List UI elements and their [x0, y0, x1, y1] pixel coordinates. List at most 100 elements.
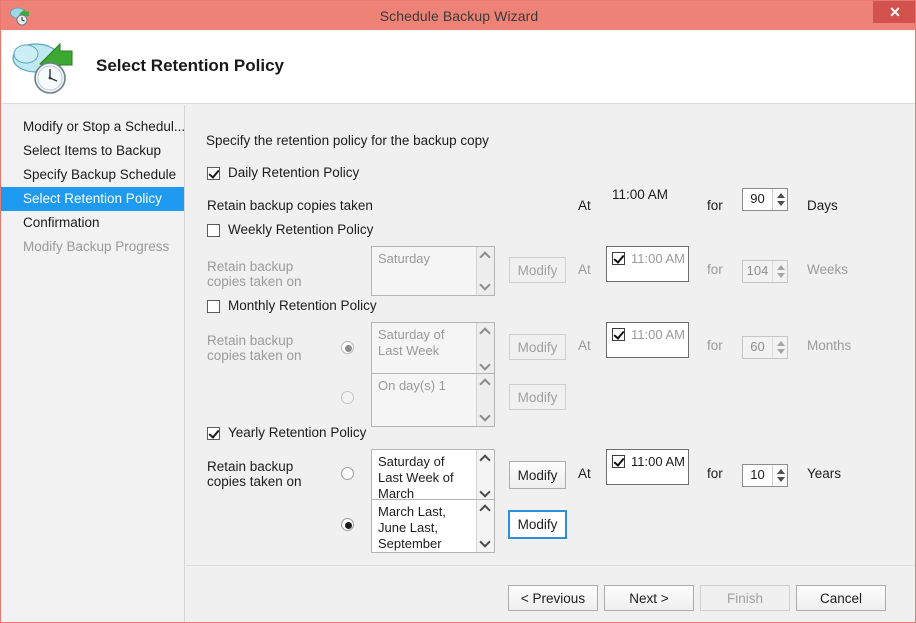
yearly-option2-scrollbar[interactable]: [476, 500, 494, 552]
yearly-option1-radio[interactable]: [341, 467, 354, 480]
daily-unit-label: Days: [807, 198, 838, 213]
daily-retain-label: Retain backup copies taken: [207, 198, 373, 213]
sidebar-item-select-items[interactable]: Select Items to Backup: [2, 139, 184, 163]
monthly-option2-radio[interactable]: [341, 391, 354, 404]
monthly-retention-label: Monthly Retention Policy: [228, 298, 377, 313]
monthly-time-value: 11:00 AM: [631, 327, 685, 342]
sidebar-item-specify-schedule[interactable]: Specify Backup Schedule: [2, 163, 184, 187]
spinner-down-arrow-icon[interactable]: [777, 201, 785, 206]
monthly-time-checkbox[interactable]: [612, 328, 625, 341]
monthly-time-field[interactable]: 11:00 AM: [606, 322, 689, 358]
yearly-option2-listbox[interactable]: March Last, June Last, September: [371, 499, 495, 553]
monthly-unit-label: Months: [807, 338, 851, 353]
yearly-option1-scrollbar[interactable]: [476, 450, 494, 502]
window-title: Schedule Backup Wizard: [1, 8, 916, 24]
weekly-time-value: 11:00 AM: [631, 251, 685, 266]
yearly-unit-label: Years: [807, 466, 841, 481]
monthly-retain-label: Retain backup copies taken on: [207, 333, 317, 363]
weekly-time-field[interactable]: 11:00 AM: [606, 246, 689, 282]
daily-retention-checkbox[interactable]: [207, 167, 220, 180]
weekly-retain-label: Retain backup copies taken on: [207, 259, 317, 289]
cancel-button[interactable]: Cancel: [796, 585, 886, 611]
chevron-up-icon[interactable]: [479, 327, 490, 338]
daily-retention-label: Daily Retention Policy: [228, 165, 359, 180]
monthly-option1-listbox[interactable]: Saturday of Last Week: [371, 322, 495, 376]
spinner-up-arrow-icon[interactable]: [777, 193, 785, 198]
chevron-up-icon[interactable]: [479, 504, 490, 515]
wizard-sidebar: Modify or Stop a Schedul... Select Items…: [2, 105, 185, 623]
yearly-option1-modify-button[interactable]: Modify: [509, 461, 566, 489]
previous-button[interactable]: < Previous: [508, 585, 598, 611]
monthly-option1-scrollbar[interactable]: [476, 323, 494, 375]
wizard-header: Select Retention Policy: [2, 30, 916, 104]
chevron-up-icon[interactable]: [479, 251, 490, 262]
panel-intro-text: Specify the retention policy for the bac…: [206, 133, 489, 148]
yearly-retain-label: Retain backup copies taken on: [207, 459, 317, 489]
yearly-option2-modify-button[interactable]: Modify: [508, 510, 567, 539]
yearly-years-spinner-buttons[interactable]: [772, 465, 787, 486]
yearly-option2-value: March Last, June Last, September: [378, 504, 470, 552]
monthly-option2-modify-button: Modify: [509, 384, 566, 410]
weekly-listbox-scrollbar[interactable]: [476, 247, 494, 295]
monthly-option1-value: Saturday of Last Week: [378, 327, 470, 359]
title-bar: Schedule Backup Wizard ✕: [1, 1, 916, 30]
spinner-up-arrow-icon: [777, 341, 785, 346]
spinner-down-arrow-icon: [777, 273, 785, 278]
yearly-years-spinner[interactable]: 10: [742, 464, 788, 487]
yearly-time-value: 11:00 AM: [631, 454, 685, 469]
weekly-for-label: for: [707, 262, 723, 277]
daily-for-label: for: [707, 198, 723, 213]
monthly-option2-scrollbar[interactable]: [476, 374, 494, 426]
weekly-retention-checkbox[interactable]: [207, 224, 220, 237]
yearly-time-field[interactable]: 11:00 AM: [606, 449, 689, 485]
yearly-retention-checkbox[interactable]: [207, 427, 220, 440]
monthly-months-spinner: 60: [742, 336, 788, 359]
spinner-up-arrow-icon[interactable]: [777, 469, 785, 474]
sidebar-item-modify-or-stop[interactable]: Modify or Stop a Schedul...: [2, 115, 184, 139]
next-button[interactable]: Next >: [604, 585, 694, 611]
daily-days-spinner-buttons[interactable]: [772, 189, 787, 210]
weekly-day-listbox[interactable]: Saturday: [371, 246, 495, 296]
monthly-option2-listbox[interactable]: On day(s) 1: [371, 373, 495, 427]
weekly-unit-label: Weeks: [807, 262, 848, 277]
daily-days-value: 90: [743, 191, 772, 206]
spinner-up-arrow-icon: [777, 265, 785, 270]
cloud-backup-clock-logo: [10, 34, 80, 98]
monthly-for-label: for: [707, 338, 723, 353]
weekly-retention-label: Weekly Retention Policy: [228, 222, 373, 237]
spinner-down-arrow-icon: [777, 349, 785, 354]
yearly-option1-listbox[interactable]: Saturday of Last Week of March: [371, 449, 495, 503]
close-button[interactable]: ✕: [873, 1, 916, 23]
sidebar-item-select-retention-policy[interactable]: Select Retention Policy: [2, 187, 184, 211]
monthly-months-spinner-buttons: [772, 337, 787, 358]
yearly-retention-label: Yearly Retention Policy: [228, 425, 366, 440]
monthly-retention-checkbox[interactable]: [207, 300, 220, 313]
finish-button: Finish: [700, 585, 790, 611]
sidebar-item-confirmation[interactable]: Confirmation: [2, 211, 184, 235]
weekly-weeks-spinner-buttons: [772, 261, 787, 282]
chevron-down-icon[interactable]: [479, 410, 490, 421]
sidebar-item-modify-backup-progress: Modify Backup Progress: [2, 235, 184, 259]
daily-at-label: At: [578, 198, 591, 213]
daily-days-spinner[interactable]: 90: [742, 188, 788, 211]
yearly-time-checkbox[interactable]: [612, 455, 625, 468]
chevron-down-icon[interactable]: [479, 279, 490, 290]
chevron-down-icon[interactable]: [479, 359, 490, 370]
yearly-option1-value: Saturday of Last Week of March: [378, 454, 470, 502]
wizard-footer: < Previous Next > Finish Cancel: [186, 565, 916, 623]
monthly-months-value: 60: [743, 339, 772, 354]
yearly-option2-radio[interactable]: [341, 518, 354, 531]
weekly-weeks-spinner: 104: [742, 260, 788, 283]
yearly-years-value: 10: [743, 467, 772, 482]
monthly-option1-modify-button: Modify: [509, 334, 566, 360]
monthly-option1-radio[interactable]: [341, 341, 354, 354]
yearly-for-label: for: [707, 466, 723, 481]
spinner-down-arrow-icon[interactable]: [777, 477, 785, 482]
weekly-time-checkbox[interactable]: [612, 252, 625, 265]
chevron-up-icon[interactable]: [479, 454, 490, 465]
weekly-weeks-value: 104: [743, 263, 772, 278]
chevron-up-icon[interactable]: [479, 378, 490, 389]
chevron-down-icon[interactable]: [479, 486, 490, 497]
chevron-down-icon[interactable]: [479, 536, 490, 547]
schedule-backup-wizard-window: Schedule Backup Wizard ✕ Select Retentio…: [0, 0, 916, 623]
